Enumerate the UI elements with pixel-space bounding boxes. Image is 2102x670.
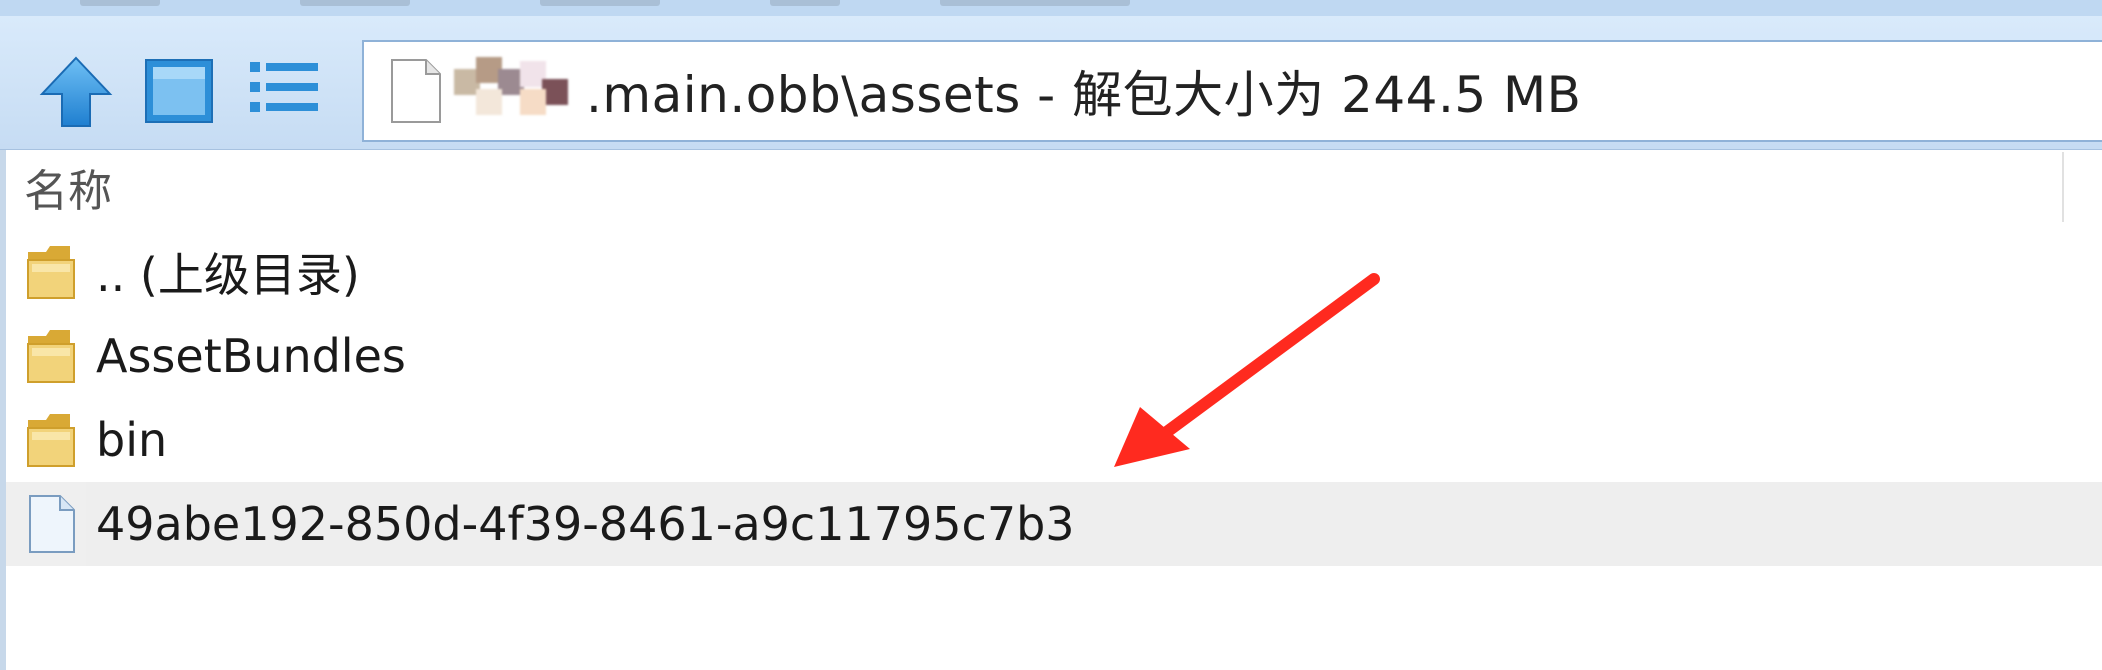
folder-icon xyxy=(27,414,75,467)
file-list: .. (上级目录) AssetBundles bin 49abe192-850d… xyxy=(6,230,2102,566)
red-arrow-icon xyxy=(1114,273,1380,467)
file-icon xyxy=(391,59,441,123)
list-item-guid-file[interactable]: 49abe192-850d-4f39-8461-a9c11795c7b3 xyxy=(6,482,2102,566)
file-icon xyxy=(29,495,75,553)
list-item-label: 49abe192-850d-4f39-8461-a9c11795c7b3 xyxy=(96,497,1075,551)
large-icons-view-button[interactable] xyxy=(140,52,220,132)
list-item-assetbundles[interactable]: AssetBundles xyxy=(6,314,2102,398)
folder-icon xyxy=(27,246,75,299)
large-icons-view-icon xyxy=(145,59,213,123)
menu-bar xyxy=(0,0,2102,16)
address-bar[interactable]: .main.obb\assets - 解包大小为 244.5 MB xyxy=(362,40,2102,142)
arrow-up-icon xyxy=(39,56,113,127)
column-header-name-label: 名称 xyxy=(24,166,112,217)
list-item-label: .. (上级目录) xyxy=(96,248,360,302)
up-button[interactable] xyxy=(36,52,116,132)
details-view-button[interactable] xyxy=(244,52,324,132)
details-view-icon xyxy=(250,62,318,112)
toolbar: .main.obb\assets - 解包大小为 244.5 MB xyxy=(0,16,2102,150)
list-item-label: AssetBundles xyxy=(96,329,406,383)
address-path-text: .main.obb\assets - 解包大小为 244.5 MB xyxy=(586,66,1582,124)
column-header-name[interactable]: 名称 xyxy=(6,152,2102,222)
list-item-bin[interactable]: bin xyxy=(6,398,2102,482)
column-separator xyxy=(2062,152,2064,222)
list-item-parent-directory[interactable]: .. (上级目录) xyxy=(6,230,2102,314)
list-item-label: bin xyxy=(96,413,168,467)
folder-icon xyxy=(27,330,75,383)
blurred-path-prefix xyxy=(454,53,584,129)
